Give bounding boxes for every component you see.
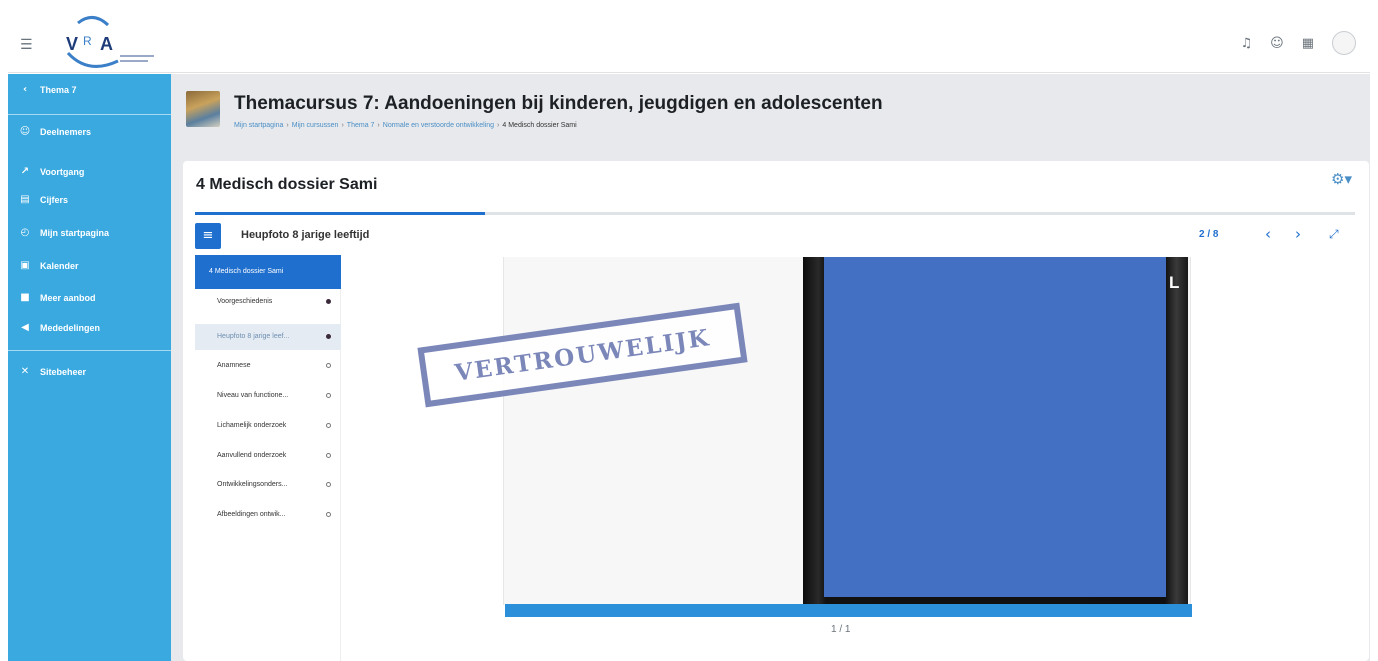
toc-item[interactable]: Niveau van functione... [195,383,341,409]
activity-progress-bar [195,212,1355,215]
page-margin-right [1370,0,1378,661]
toc-item[interactable]: Anamnese [195,353,341,379]
svg-text:A: A [100,34,113,54]
course-image [186,91,220,127]
incomplete-dot-icon [326,363,331,368]
breadcrumb-item[interactable]: Mijn cursussen [292,122,339,129]
megaphone-icon: ◀ [21,322,29,333]
toc-item[interactable]: Aanvullend onderzoek [195,443,341,469]
gear-icon[interactable]: ⚙▾ [1331,170,1352,188]
sidebar-item-label: Cijfers [40,194,69,205]
hamburger-menu-icon[interactable]: ☰ [20,37,33,53]
sidebar-item-label: Meer aanbod [40,292,96,303]
incomplete-dot-icon [326,393,331,398]
vra-logo[interactable]: V R A [48,13,158,71]
sidebar-item-label: Mededelingen [40,322,101,333]
book-icon: ■ [20,292,30,303]
toc-header[interactable]: 4 Medisch dossier Sami [195,255,341,289]
previous-icon[interactable]: ‹ [1265,225,1271,243]
bell-icon[interactable]: ♫ [1240,36,1252,51]
users-icon: ☺ [19,126,31,137]
toc-item[interactable]: Lichamelijk onderzoek [195,413,341,439]
sidebar-item-sitebeheer[interactable]: ✕ Sitebeheer [18,366,86,377]
page-margin-left [0,0,8,661]
incomplete-dot-icon [326,423,331,428]
breadcrumb-separator: › [377,122,380,129]
next-icon[interactable]: › [1295,225,1301,243]
toc-item-label: Niveau van functione... [217,392,289,399]
sidebar-item-voortgang[interactable]: ↗ Voortgang [18,166,85,177]
grid-icon[interactable]: ▦ [1302,36,1314,51]
incomplete-dot-icon [326,453,331,458]
breadcrumb-item[interactable]: Normale en verstoorde ontwikkeling [383,122,494,129]
completed-dot-icon [326,299,331,304]
incomplete-dot-icon [326,482,331,487]
toc-item-label: Heupfoto 8 jarige leef... [217,333,290,340]
activity-progress-fill [195,212,485,215]
slide-title: Heupfoto 8 jarige leeftijd [241,229,370,241]
toc-item-label: Aanvullend onderzoek [217,452,287,459]
toc-item-label: Lichamelijk onderzoek [217,422,287,429]
course-title: Themacursus 7: Aandoeningen bij kinderen… [234,93,883,114]
fullscreen-icon[interactable]: ⤢ [1329,227,1339,242]
breadcrumb-separator: › [286,122,289,129]
slide-counter: 2 / 8 [1199,229,1219,240]
svg-text:R: R [83,34,92,48]
xray-redaction [824,257,1166,597]
table-of-contents: 4 Medisch dossier Sami Voorgeschiedenis … [195,255,341,661]
sidebar: ‹ Thema 7 ☺ Deelnemers ↗ Voortgang ▤ Cij… [8,74,171,661]
sidebar-item-thema[interactable]: ‹ Thema 7 [18,84,77,95]
breadcrumb-separator: › [341,122,344,129]
sidebar-item-label: Mijn startpagina [40,227,110,238]
pdf-page-count: 1 / 1 [831,624,851,635]
svg-text:V: V [66,34,78,54]
sidebar-item-label: Deelnemers [40,126,92,137]
chart-icon: ↗ [20,166,30,177]
sidebar-divider [8,114,171,115]
toc-item[interactable]: Afbeeldingen ontwik... [195,502,341,528]
sidebar-item-kalender[interactable]: ▣ Kalender [18,260,79,271]
user-avatar[interactable] [1332,31,1356,55]
sidebar-item-startpagina[interactable]: ◴ Mijn startpagina [18,227,109,238]
toc-item[interactable]: Ontwikkelingsonders... [195,472,341,498]
wrench-icon: ✕ [20,366,30,377]
completed-dot-icon [326,334,331,339]
breadcrumb-separator: › [497,122,500,129]
sidebar-item-deelnemers[interactable]: ☺ Deelnemers [18,126,91,137]
pdf-toolbar-bar[interactable] [505,604,1192,617]
sidebar-item-label: Sitebeheer [40,366,87,377]
chevron-left-icon: ‹ [22,84,28,95]
sidebar-item-cijfers[interactable]: ▤ Cijfers [18,194,68,205]
toc-item-label: Voorgeschiedenis [217,298,273,305]
chat-icon[interactable]: ☺ [1270,36,1284,51]
table-icon: ▤ [20,194,30,205]
sidebar-item-label: Kalender [40,260,79,271]
toc-item-label: Anamnese [217,362,251,369]
sidebar-item-meer-aanbod[interactable]: ■ Meer aanbod [18,292,96,303]
incomplete-dot-icon [326,512,331,517]
breadcrumb: Mijn startpagina › Mijn cursussen › Them… [234,122,577,129]
breadcrumb-current: 4 Medisch dossier Sami [502,122,577,129]
viewer-header: ≡ Heupfoto 8 jarige leeftijd 2 / 8 ‹ › ⤢ [195,217,1355,255]
toc-item-active[interactable]: Heupfoto 8 jarige leef... [195,324,341,350]
breadcrumb-item[interactable]: Thema 7 [347,122,375,129]
menu-icon[interactable]: ≡ [195,223,221,249]
speedometer-icon: ◴ [20,227,30,238]
breadcrumb-item[interactable]: Mijn startpagina [234,122,283,129]
toc-item[interactable]: Voorgeschiedenis [195,289,341,315]
toc-item-label: Afbeeldingen ontwik... [217,511,286,518]
xray-side-marker: L [1169,273,1180,292]
sidebar-item-label: Thema 7 [40,84,77,95]
page-title: 4 Medisch dossier Sami [196,176,378,193]
sidebar-divider [8,350,171,351]
top-navbar: ☰ V R A ♫ ☺ ▦ [8,9,1370,73]
toc-item-label: Ontwikkelingsonders... [217,481,288,488]
sidebar-item-mededelingen[interactable]: ◀ Mededelingen [18,322,100,333]
calendar-icon: ▣ [20,260,30,271]
sidebar-item-label: Voortgang [40,166,85,177]
